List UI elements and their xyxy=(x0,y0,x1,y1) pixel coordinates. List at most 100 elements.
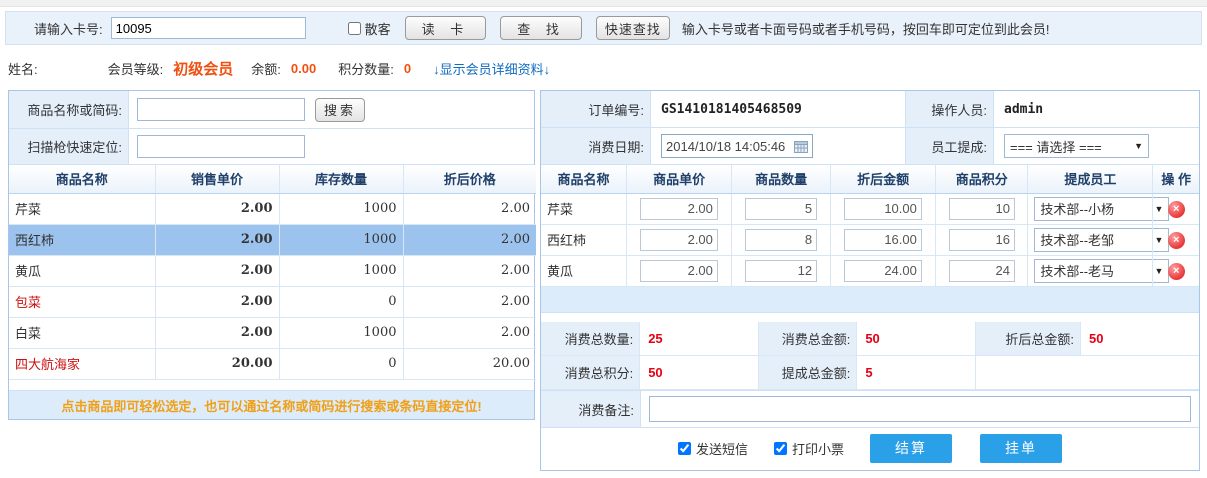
total-commission-label: 提成总金额: xyxy=(758,356,857,390)
product-search-input[interactable] xyxy=(137,98,305,121)
product-tip-note: 点击商品即可轻松选定，也可以通过名称或简码进行搜索或条码直接定位! xyxy=(9,390,534,419)
quick-find-button[interactable]: 快速查找 xyxy=(596,16,670,40)
col-stock-qty: 库存数量 xyxy=(279,165,403,193)
item-qty-input[interactable] xyxy=(745,229,817,251)
scan-input[interactable] xyxy=(137,135,305,158)
order-panel: 订单编号: GS1410181405468509 操作人员: admin 消费日… xyxy=(540,90,1200,471)
product-name: 西红柿 xyxy=(9,224,155,255)
item-amount-input[interactable] xyxy=(844,229,922,251)
remark-row: 消费备注: xyxy=(541,390,1199,428)
products-header-row: 商品名称 销售单价 库存数量 折后价格 xyxy=(9,165,536,193)
total-amount-value: 50 xyxy=(857,322,975,356)
item-price-input[interactable] xyxy=(640,229,718,251)
col-discount-price: 折后价格 xyxy=(403,165,536,193)
employee-selected-value: 技术部--小杨 xyxy=(1040,199,1148,218)
employee-select[interactable]: 技术部--小杨 ▼ xyxy=(1034,197,1169,221)
hold-button[interactable]: 挂单 xyxy=(980,434,1062,463)
points-label: 积分数量: xyxy=(338,59,394,78)
read-card-button[interactable]: 读 卡 xyxy=(405,16,487,40)
gap xyxy=(541,313,1199,322)
product-row[interactable]: 四大航海家 20.00 0 20.00 xyxy=(9,348,536,379)
calendar-icon[interactable] xyxy=(794,140,808,153)
card-number-input[interactable] xyxy=(111,17,306,39)
find-button[interactable]: 查 找 xyxy=(500,16,582,40)
item-amount-input[interactable] xyxy=(844,260,922,282)
member-level-label: 会员等级: xyxy=(108,59,164,78)
item-points-input[interactable] xyxy=(949,198,1015,220)
member-info-row: 姓名: 会员等级: 初级会员 余额: 0.00 积分数量: 0 ↓显示会员详细资… xyxy=(8,56,1198,80)
employee-select[interactable]: 技术部--老马▼ xyxy=(1034,259,1169,283)
commission-select[interactable]: === 请选择 === ▼ xyxy=(1004,134,1149,158)
item-amount-input[interactable] xyxy=(844,198,922,220)
commission-selected-value: === 请选择 === xyxy=(1010,137,1128,156)
product-name: 黄瓜 xyxy=(9,255,155,286)
walkin-checkbox[interactable] xyxy=(348,22,361,35)
product-name: 包菜 xyxy=(9,286,155,317)
product-row[interactable]: 黄瓜 2.00 1000 2.00 xyxy=(9,255,536,286)
employee-select[interactable]: 技术部--老邹▼ xyxy=(1034,228,1169,252)
chevron-down-icon: ▼ xyxy=(1134,141,1143,151)
product-stock: 1000 xyxy=(279,317,403,348)
cart-header-row: 商品名称 商品单价 商品数量 折后金额 商品积分 提成员工 操 作 xyxy=(541,165,1199,193)
consume-date-value: 2014/10/18 14:05:46 xyxy=(666,139,794,154)
item-price-input[interactable] xyxy=(640,260,718,282)
employee-selected-value: 技术部--老马 xyxy=(1040,261,1148,280)
remark-input[interactable] xyxy=(649,396,1191,422)
item-points-input[interactable] xyxy=(949,260,1015,282)
chevron-down-icon: ▼ xyxy=(1154,204,1163,214)
cart-row: 芹菜 技术部--小杨▼ × xyxy=(541,193,1199,224)
cart-row: 西红柿 技术部--老邹▼ × xyxy=(541,224,1199,255)
product-price: 2.00 xyxy=(155,193,279,224)
balance-label: 余额: xyxy=(251,59,281,78)
cart-row: 黄瓜 技术部--老马▼ × xyxy=(541,255,1199,286)
product-list-panel: 商品名称或简码: 搜索 扫描枪快速定位: 商品名称 销售单价 库存数量 折后价格… xyxy=(8,90,535,420)
member-name-label: 姓名: xyxy=(8,59,38,78)
product-stock: 1000 xyxy=(279,224,403,255)
item-qty-input[interactable] xyxy=(745,260,817,282)
card-hint-text: 输入卡号或者卡面号码或者手机号码，按回车即可定位到此会员! xyxy=(682,19,1050,38)
product-discounted: 2.00 xyxy=(403,255,536,286)
order-info-row: 订单编号: GS1410181405468509 操作人员: admin xyxy=(541,91,1199,128)
consume-date-label: 消费日期: xyxy=(541,128,651,164)
item-points-input[interactable] xyxy=(949,229,1015,251)
print-checkbox[interactable] xyxy=(774,442,787,455)
delete-item-icon[interactable]: × xyxy=(1168,263,1185,280)
item-qty-input[interactable] xyxy=(745,198,817,220)
sms-checkbox[interactable] xyxy=(678,442,691,455)
delete-item-icon[interactable]: × xyxy=(1168,201,1185,218)
item-price-input[interactable] xyxy=(640,198,718,220)
product-row[interactable]: 芹菜 2.00 1000 2.00 xyxy=(9,193,536,224)
summary-row: 消费总积分: 50 提成总金额: 5 xyxy=(541,356,1199,390)
product-stock: 1000 xyxy=(279,193,403,224)
remark-label: 消费备注: xyxy=(541,391,641,427)
total-qty-label: 消费总数量: xyxy=(541,322,640,356)
product-row-selected[interactable]: 西红柿 2.00 1000 2.00 xyxy=(9,224,536,255)
settle-button[interactable]: 结算 xyxy=(870,434,952,463)
product-stock: 0 xyxy=(279,348,403,379)
employee-selected-value: 技术部--老邹 xyxy=(1040,230,1148,249)
date-commission-row: 消费日期: 2014/10/18 14:05:46 员工提成: === 请选择 … xyxy=(541,128,1199,165)
product-price: 2.00 xyxy=(155,286,279,317)
product-search-label: 商品名称或简码: xyxy=(9,91,129,128)
summary-row: 消费总数量: 25 消费总金额: 50 折后总金额: 50 xyxy=(541,322,1199,356)
total-qty-value: 25 xyxy=(640,322,758,356)
product-name: 四大航海家 xyxy=(9,348,155,379)
total-amount-label: 消费总金额: xyxy=(758,322,857,356)
member-detail-link[interactable]: ↓显示会员详细资料↓ xyxy=(433,59,550,78)
commission-label: 员工提成: xyxy=(906,128,994,164)
cart-item-name: 黄瓜 xyxy=(541,255,627,286)
empty-cell xyxy=(975,356,1199,390)
col-item-amount: 折后金额 xyxy=(830,165,935,193)
scan-row: 扫描枪快速定位: xyxy=(9,129,534,165)
col-sale-price: 销售单价 xyxy=(155,165,279,193)
product-name: 芹菜 xyxy=(9,193,155,224)
product-row[interactable]: 包菜 2.00 0 2.00 xyxy=(9,286,536,317)
col-action: 操 作 xyxy=(1153,165,1199,193)
total-discounted-label: 折后总金额: xyxy=(975,322,1080,356)
col-item-price: 商品单价 xyxy=(627,165,732,193)
product-price: 2.00 xyxy=(155,224,279,255)
product-row[interactable]: 白菜 2.00 1000 2.00 xyxy=(9,317,536,348)
consume-date-input[interactable]: 2014/10/18 14:05:46 xyxy=(661,134,813,158)
search-button[interactable]: 搜索 xyxy=(315,98,365,122)
delete-item-icon[interactable]: × xyxy=(1168,232,1185,249)
